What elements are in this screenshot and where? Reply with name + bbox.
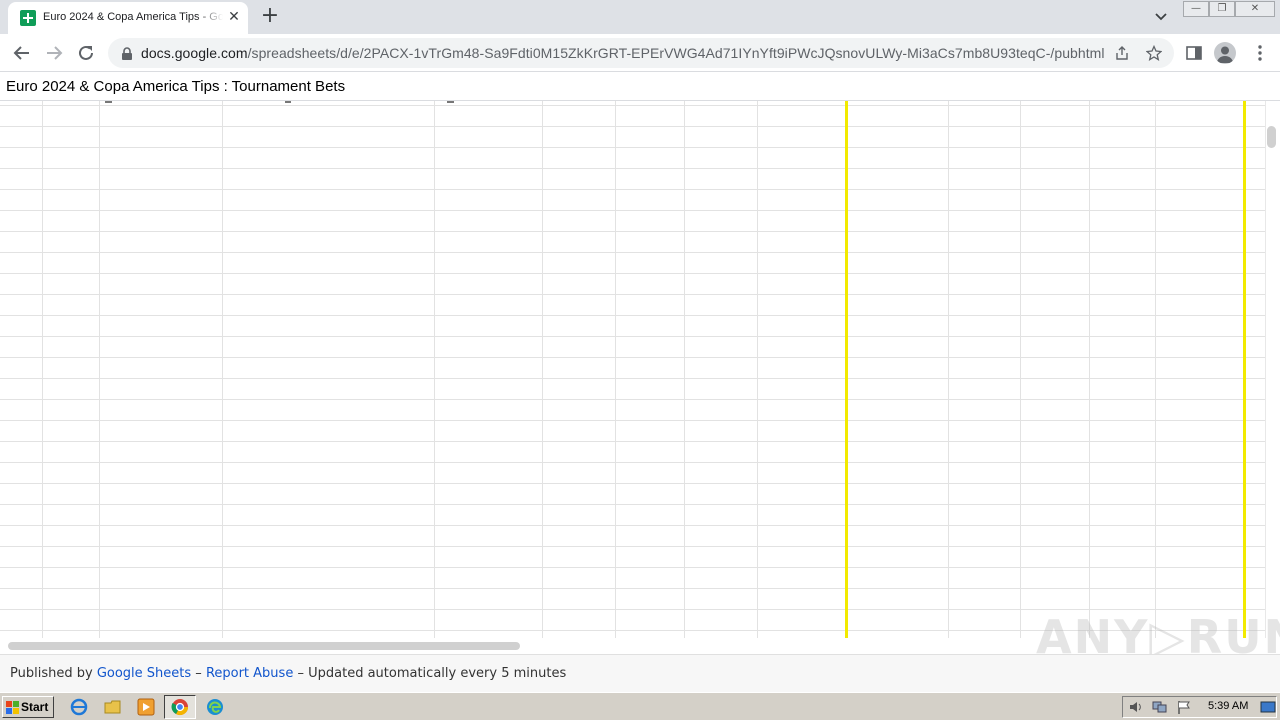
- volume-icon[interactable]: [1128, 699, 1146, 717]
- taskbar-clock: 5:39 AM: [1208, 700, 1249, 712]
- chrome-taskbar-button[interactable]: [164, 695, 196, 719]
- profile-avatar-icon[interactable]: [1214, 42, 1236, 64]
- share-icon[interactable]: [1114, 45, 1130, 61]
- browser-toolbar: docs.google.com/spreadsheets/d/e/2PACX-1…: [0, 34, 1280, 72]
- close-window-button[interactable]: ✕: [1235, 1, 1275, 17]
- chevron-down-icon[interactable]: [1151, 8, 1171, 26]
- browser-tab-strip: Euro 2024 & Copa America Tips - Google S…: [0, 0, 1280, 34]
- more-menu-icon[interactable]: [1250, 43, 1270, 63]
- highlight-column-border: [1243, 101, 1246, 638]
- media-player-icon[interactable]: [137, 698, 155, 716]
- close-tab-icon[interactable]: ✕: [226, 9, 242, 25]
- published-by-label: Published by: [10, 666, 93, 681]
- browser-tab[interactable]: Euro 2024 & Copa America Tips - Google S…: [8, 2, 248, 34]
- restore-button[interactable]: ❐: [1209, 1, 1235, 17]
- google-sheets-link[interactable]: Google Sheets: [97, 666, 191, 681]
- edge-icon[interactable]: [206, 698, 224, 716]
- show-desktop-icon[interactable]: [1260, 699, 1278, 717]
- vertical-scrollbar[interactable]: [1265, 101, 1280, 638]
- address-bar[interactable]: docs.google.com/spreadsheets/d/e/2PACX-1…: [108, 38, 1174, 68]
- cropped-cell-text: [105, 101, 112, 103]
- publish-footer: Published by Google Sheets – Report Abus…: [0, 654, 1280, 692]
- internet-explorer-icon[interactable]: [70, 698, 88, 716]
- separator: –: [195, 666, 202, 681]
- spreadsheet-grid[interactable]: [0, 101, 1265, 638]
- forward-arrow-icon[interactable]: [42, 41, 66, 65]
- tab-title: Euro 2024 & Copa America Tips - Google S…: [43, 11, 223, 23]
- separator: –: [297, 666, 304, 681]
- horizontal-scroll-thumb[interactable]: [8, 642, 520, 650]
- windows-taskbar: Start 5:39 AM: [0, 692, 1280, 720]
- document-title-bar: Euro 2024 & Copa America Tips : Tourname…: [0, 72, 1280, 101]
- reload-icon[interactable]: [74, 41, 98, 65]
- file-explorer-icon[interactable]: [104, 698, 122, 716]
- chrome-icon: [171, 698, 189, 716]
- start-button[interactable]: Start: [2, 696, 54, 718]
- system-tray: [1122, 696, 1277, 718]
- vertical-scroll-thumb[interactable]: [1267, 126, 1276, 148]
- minimize-button[interactable]: —: [1183, 1, 1209, 17]
- grid-lines: [0, 101, 1265, 638]
- side-panel-icon[interactable]: [1184, 43, 1204, 63]
- cropped-cell-text: [447, 101, 454, 103]
- google-sheets-icon: [20, 10, 36, 26]
- document-title: Euro 2024 & Copa America Tips : Tourname…: [6, 78, 346, 95]
- new-tab-button[interactable]: +: [258, 5, 282, 29]
- lock-icon[interactable]: [120, 46, 134, 60]
- cropped-cell-text: [285, 101, 291, 103]
- start-label: Start: [21, 700, 49, 714]
- url-text[interactable]: docs.google.com/spreadsheets/d/e/2PACX-1…: [141, 45, 1105, 61]
- footer-text: Published by Google Sheets – Report Abus…: [10, 666, 566, 681]
- network-icon[interactable]: [1152, 699, 1170, 717]
- windows-logo-icon: [6, 700, 19, 714]
- highlight-column-border: [845, 101, 848, 638]
- back-arrow-icon[interactable]: [10, 41, 34, 65]
- report-abuse-link[interactable]: Report Abuse: [206, 666, 293, 681]
- update-frequency-text: Updated automatically every 5 minutes: [308, 666, 567, 681]
- bookmark-star-icon[interactable]: [1145, 44, 1163, 61]
- action-center-flag-icon[interactable]: [1176, 699, 1194, 717]
